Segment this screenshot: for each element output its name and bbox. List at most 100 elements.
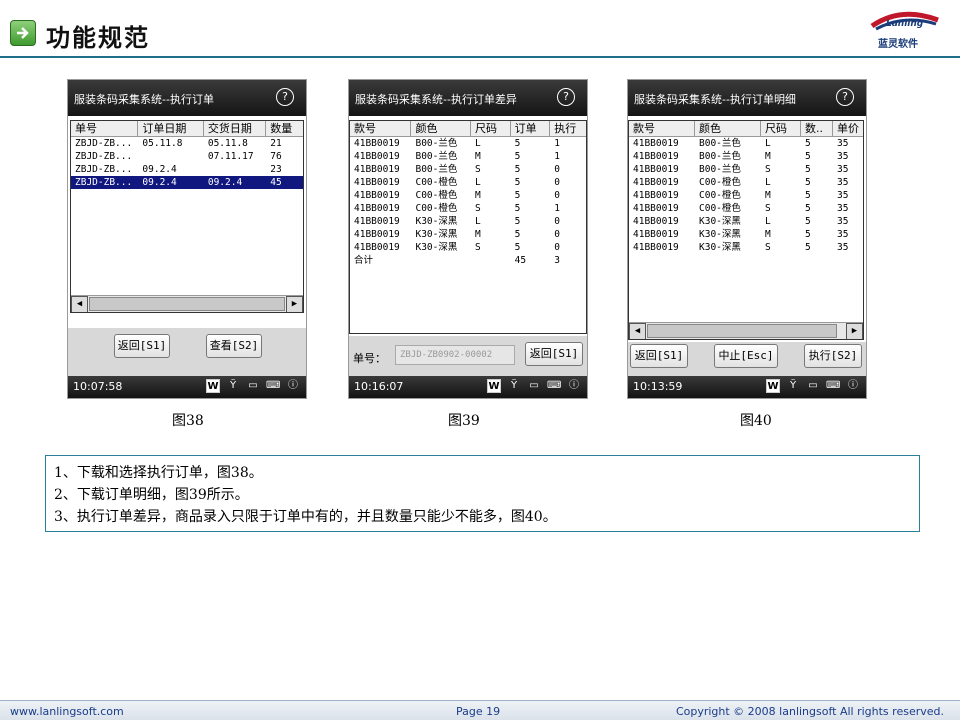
table-row[interactable]: 41BB0019 C00-橙色 L 5 35	[629, 176, 863, 189]
order-detail-grid[interactable]: 款号 颜色 尺码 数.. 单价 41BB0019 B00-兰色 L 5 35 41BB0…	[628, 120, 864, 340]
table-row[interactable]: 41BB0019 C00-橙色 S 5 1	[350, 202, 586, 215]
device-screen-order-diff: 服装条码采集系统--执行订单差异 ? 款号 颜色 尺码 订单 执行 41BB00…	[348, 79, 588, 399]
table-row[interactable]: 41BB0019 K30-深黑 M 5 35	[629, 228, 863, 241]
col-header[interactable]: 执行	[550, 121, 586, 136]
scroll-thumb[interactable]	[89, 297, 285, 311]
signal-off-icon[interactable]: Ÿ	[786, 379, 800, 393]
back-button[interactable]: 返回[S1]	[114, 334, 170, 358]
keyboard-icon[interactable]: ⌨	[826, 379, 840, 393]
help-icon[interactable]: ?	[836, 88, 854, 106]
scroll-thumb[interactable]	[647, 324, 837, 338]
table-row[interactable]: 41BB0019 K30-深黑 S 5 35	[629, 241, 863, 254]
horizontal-scrollbar[interactable]: ◀ ▶	[629, 322, 863, 339]
copyright: Copyright © 2008 lanlingsoft All rights …	[675, 705, 944, 718]
page-number: Page 19	[456, 705, 501, 718]
keyboard-icon[interactable]: ⌨	[547, 379, 561, 393]
col-header[interactable]: 尺码	[471, 121, 511, 136]
grid-header: 单号 订单日期 交货日期 数量	[71, 121, 303, 137]
status-bar: 10:16:07 W Ÿ ▭ ⌨ ⓘ	[349, 376, 587, 398]
battery-icon[interactable]: ▭	[806, 379, 820, 393]
screen-title: 服装条码采集系统--执行订单	[74, 93, 214, 106]
execute-button[interactable]: 执行[S2]	[804, 344, 862, 368]
scroll-left-icon[interactable]: ◀	[629, 323, 646, 339]
table-row[interactable]: ZBJD-ZB... 07.11.17 76	[71, 150, 303, 163]
footer: www.lanlingsoft.com Page 19 Copyright © …	[0, 700, 960, 720]
logo-text: 蓝灵软件	[878, 39, 918, 50]
note-line: 3、执行订单差异，商品录入只限于订单中有的，并且数量只能少不能多，图40。	[54, 509, 557, 525]
windows-icon[interactable]: W	[766, 379, 780, 393]
col-header[interactable]: 数量	[266, 121, 303, 136]
back-button[interactable]: 返回[S1]	[630, 344, 688, 368]
abort-button[interactable]: 中止[Esc]	[714, 344, 778, 368]
col-header[interactable]: 颜色	[411, 121, 471, 136]
table-row[interactable]: ZBJD-ZB... 09.2.4 23	[71, 163, 303, 176]
screen-title: 服装条码采集系统--执行订单差异	[355, 93, 517, 106]
col-header[interactable]: 款号	[629, 121, 695, 136]
col-header[interactable]: 款号	[350, 121, 412, 136]
windows-icon[interactable]: W	[487, 379, 501, 393]
order-number-field[interactable]: ZBJD-ZB0902-00002	[395, 345, 515, 365]
col-header[interactable]: 订单日期	[138, 121, 204, 136]
title-bar: 服装条码采集系统--执行订单明细 ?	[628, 80, 866, 116]
col-header[interactable]: 颜色	[695, 121, 761, 136]
note-line: 2、下载订单明细，图39所示。	[54, 487, 249, 503]
table-row[interactable]: 41BB0019 B00-兰色 M 5 1	[350, 150, 586, 163]
table-row[interactable]: 41BB0019 B00-兰色 L 5 1	[350, 137, 586, 150]
windows-icon[interactable]: W	[206, 379, 220, 393]
col-header[interactable]: 交货日期	[204, 121, 267, 136]
col-header[interactable]: 单号	[71, 121, 139, 136]
table-row[interactable]: 41BB0019 B00-兰色 M 5 35	[629, 150, 863, 163]
keyboard-icon[interactable]: ⌨	[266, 379, 280, 393]
note-line: 1、下载和选择执行订单，图38。	[54, 465, 263, 481]
signal-off-icon[interactable]: Ÿ	[507, 379, 521, 393]
scroll-right-icon[interactable]: ▶	[286, 296, 303, 312]
battery-icon[interactable]: ▭	[246, 379, 260, 393]
signal-off-icon[interactable]: Ÿ	[226, 379, 240, 393]
title-bar: 服装条码采集系统--执行订单 ?	[68, 80, 306, 116]
figure-caption: 图38	[172, 413, 204, 429]
arrow-right-icon	[10, 20, 36, 46]
info-icon[interactable]: ⓘ	[286, 379, 300, 393]
scroll-right-icon[interactable]: ▶	[846, 323, 863, 339]
order-label: 单号：	[353, 352, 386, 365]
table-row[interactable]: 41BB0019 K30-深黑 L 5 35	[629, 215, 863, 228]
col-header[interactable]: 尺码	[761, 121, 801, 136]
table-row[interactable]: 41BB0019 B00-兰色 S 5 0	[350, 163, 586, 176]
device-screen-execute-order: 服装条码采集系统--执行订单 ? 单号 订单日期 交货日期 数量 ZBJD-ZB…	[67, 79, 307, 399]
table-row[interactable]: 41BB0019 C00-橙色 S 5 35	[629, 202, 863, 215]
table-row[interactable]: 41BB0019 C00-橙色 L 5 0	[350, 176, 586, 189]
table-row[interactable]: 41BB0019 C00-橙色 M 5 0	[350, 189, 586, 202]
button-bar: 返回[S1] 中止[Esc] 执行[S2]	[628, 342, 866, 378]
back-button[interactable]: 返回[S1]	[525, 342, 583, 366]
status-bar: 10:07:58 W Ÿ ▭ ⌨ ⓘ	[68, 376, 306, 398]
info-icon[interactable]: ⓘ	[567, 379, 581, 393]
clock: 10:07:58	[73, 380, 123, 393]
header-divider	[0, 56, 960, 58]
notes-box: 1、下载和选择执行订单，图38。 2、下载订单明细，图39所示。 3、执行订单差…	[45, 455, 920, 532]
table-row[interactable]: 41BB0019 K30-深黑 S 5 0	[350, 241, 586, 254]
table-row[interactable]: ZBJD-ZB... 05.11.8 05.11.8 21	[71, 137, 303, 150]
help-icon[interactable]: ?	[557, 88, 575, 106]
view-button[interactable]: 查看[S2]	[206, 334, 262, 358]
table-row[interactable]: 41BB0019 C00-橙色 M 5 35	[629, 189, 863, 202]
table-row[interactable]: 41BB0019 B00-兰色 L 5 35	[629, 137, 863, 150]
col-header[interactable]: 数..	[801, 121, 833, 136]
figure-caption: 图39	[448, 413, 480, 429]
table-row[interactable]: 41BB0019 K30-深黑 M 5 0	[350, 228, 586, 241]
col-header[interactable]: 订单	[511, 121, 551, 136]
battery-icon[interactable]: ▭	[527, 379, 541, 393]
status-bar: 10:13:59 W Ÿ ▭ ⌨ ⓘ	[628, 376, 866, 398]
table-row[interactable]: 41BB0019 B00-兰色 S 5 35	[629, 163, 863, 176]
order-list-grid[interactable]: 单号 订单日期 交货日期 数量 ZBJD-ZB... 05.11.8 05.11.8…	[70, 120, 304, 313]
footer-site-link[interactable]: www.lanlingsoft.com	[10, 705, 124, 718]
info-icon[interactable]: ⓘ	[846, 379, 860, 393]
help-icon[interactable]: ?	[276, 88, 294, 106]
figure-caption: 图40	[740, 413, 772, 429]
col-header[interactable]: 单价	[833, 121, 863, 136]
table-row-selected[interactable]: ZBJD-ZB... 09.2.4 09.2.4 45	[71, 176, 303, 189]
order-diff-grid[interactable]: 款号 颜色 尺码 订单 执行 41BB0019 B00-兰色 L 5 1 41BB001…	[349, 120, 587, 334]
table-row[interactable]: 41BB0019 K30-深黑 L 5 0	[350, 215, 586, 228]
scroll-left-icon[interactable]: ◀	[71, 296, 88, 312]
horizontal-scrollbar[interactable]: ◀ ▶	[71, 295, 303, 312]
table-row-total[interactable]: 合计 45 3	[350, 254, 586, 267]
